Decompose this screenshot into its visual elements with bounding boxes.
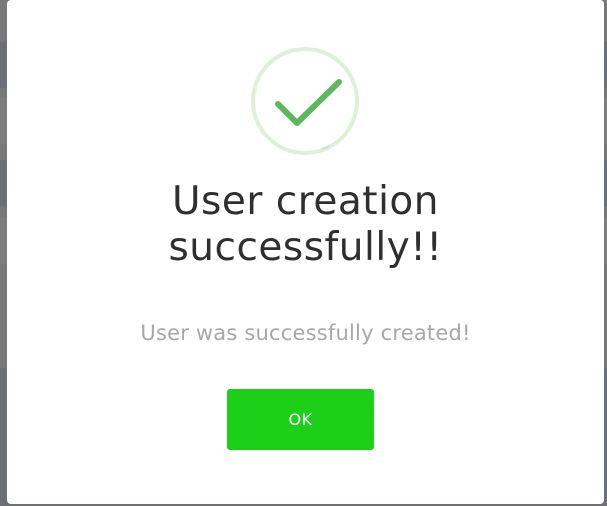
dialog-title-line2: successfully!!: [168, 225, 443, 270]
dialog-message: User was successfully created!: [140, 321, 471, 345]
dialog-title: User creation successfully!!: [7, 179, 604, 271]
ok-button[interactable]: OK: [227, 389, 374, 450]
success-checkmark-icon: [250, 46, 360, 156]
dialog-title-line1: User creation: [171, 179, 439, 224]
success-dialog: User creation successfully!! User was su…: [7, 0, 604, 504]
